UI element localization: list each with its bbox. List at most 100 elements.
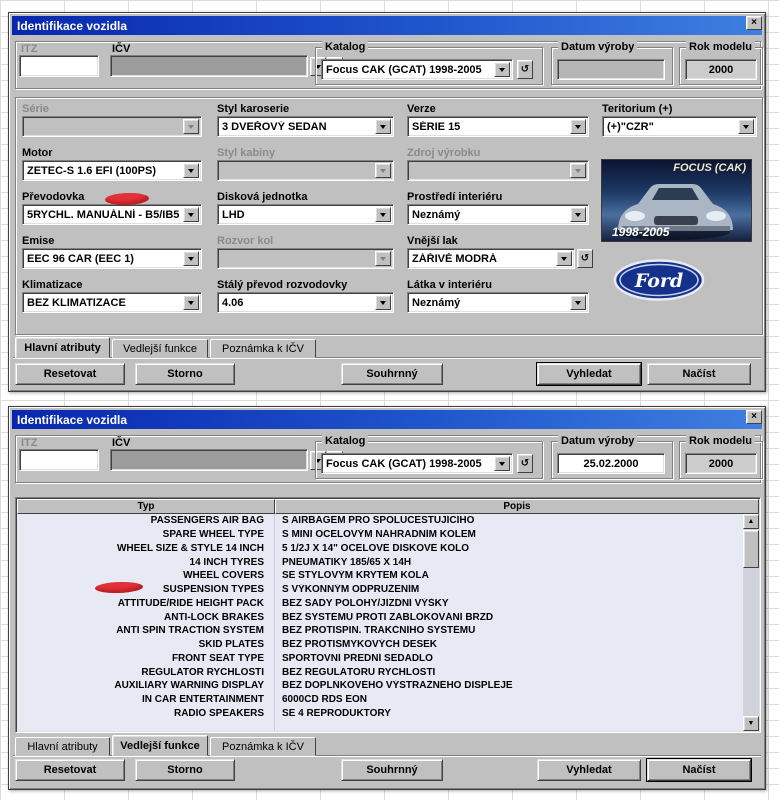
nacist-button[interactable]: Načíst — [647, 363, 751, 385]
table-row[interactable]: 14 INCH TYRES PNEUMATIKY 185/65 X 14H — [17, 555, 743, 569]
dropdown-arrow-button[interactable] — [183, 295, 199, 310]
dropdown-arrow-button[interactable] — [570, 119, 586, 134]
table-row[interactable]: AUXILIARY WARNING DISPLAY BEZ DOPLŇKOVÉH… — [17, 679, 743, 693]
title-bar[interactable]: Identifikace vozidla — [12, 16, 762, 35]
table-row[interactable]: ATTITUDE/RIDE HEIGHT PACK BEZ SADY POLOH… — [17, 597, 743, 611]
datum-vyroby-label: Datum výroby — [558, 41, 637, 53]
table-row[interactable]: WHEEL SIZE & STYLE 14 INCH 5 1/2J X 14" … — [17, 542, 743, 556]
verze-combobox[interactable]: SÉRIE 15 — [407, 116, 589, 137]
dropdown-arrow-button[interactable] — [375, 295, 391, 310]
dropdown-arrow-button[interactable] — [556, 251, 572, 266]
tab-hlavni-atributy[interactable]: Hlavní atributy — [15, 337, 110, 358]
table-cell-popis: 5 1/2J X 14" OCELOVÉ DISKOVÉ KOLO — [274, 543, 743, 554]
souhrnny-button[interactable]: Souhrnný — [341, 759, 443, 781]
table-row[interactable]: SPARE WHEEL TYPE S MINI OCELOVÝM NÁHRADN… — [17, 528, 743, 542]
motor-label: Motor — [22, 147, 53, 159]
vyhledat-button[interactable]: Vyhledat — [537, 363, 641, 385]
prostredi-interieru-combobox[interactable]: Neznámý — [407, 204, 589, 225]
vyhledat-button[interactable]: Vyhledat — [537, 759, 641, 781]
table-scrollbar[interactable]: ▲ ▼ — [743, 514, 759, 731]
styl-karoserie-combobox[interactable]: 3 DVEŘOVÝ SEDAN — [217, 116, 394, 137]
tab-poznamka-k-icv[interactable]: Poznámka k IČV — [210, 737, 316, 756]
katalog-combobox[interactable]: Focus CAK (GCAT) 1998-2005 — [321, 59, 513, 80]
table-row[interactable]: RADIO SPEAKERS SE 4 REPRODUKTORY — [17, 707, 743, 721]
table-cell-popis: SPORTOVNÍ PŘEDNÍ SEDADLO — [274, 653, 743, 664]
icv-field[interactable] — [110, 449, 308, 471]
table-row[interactable]: FRONT SEAT TYPE SPORTOVNÍ PŘEDNÍ SEDADLO — [17, 652, 743, 666]
zdroj-vyrobku-label: Zdroj výrobku — [407, 147, 480, 159]
column-header-typ[interactable]: Typ — [17, 499, 275, 514]
dropdown-arrow-button[interactable] — [738, 119, 754, 134]
latka-v-interieru-combobox[interactable]: Neznámý — [407, 292, 589, 313]
icv-label: IČV — [112, 43, 130, 55]
teritorium-combobox[interactable]: (+)"CZR" — [602, 116, 757, 137]
scroll-up-button[interactable]: ▲ — [743, 514, 759, 529]
table-row[interactable]: REGULATOR RYCHLOSTI BEZ REGULÁTORU RYCHL… — [17, 665, 743, 679]
storno-button[interactable]: Storno — [135, 363, 235, 385]
itz-input[interactable] — [19, 449, 99, 471]
table-cell-typ: FRONT SEAT TYPE — [17, 653, 274, 664]
tab-hlavni-atributy[interactable]: Hlavní atributy — [15, 737, 110, 756]
dropdown-arrow-button[interactable] — [183, 207, 199, 222]
table-row[interactable]: ANTI SPIN TRACTION SYSTEM BEZ PROTISPIN.… — [17, 624, 743, 638]
nacist-button[interactable]: Načíst — [647, 759, 751, 781]
close-button[interactable]: × — [746, 16, 762, 30]
table-row[interactable]: WHEEL COVERS SE STYLOVÝM KRYTEM KOLA — [17, 569, 743, 583]
staly-prevod-combobox[interactable]: 4.06 — [217, 292, 394, 313]
resetovat-button[interactable]: Resetovat — [15, 363, 125, 385]
table-row[interactable]: SKID PLATES BEZ PROTISMYKOVÝCH DESEK — [17, 638, 743, 652]
vnejsi-lak-combobox[interactable]: ZÁŘIVĚ MODRÁ — [407, 248, 575, 269]
curved-arrow-icon: ↺ — [521, 459, 529, 469]
dropdown-arrow-button[interactable] — [494, 62, 510, 77]
scrollbar-thumb[interactable] — [743, 530, 759, 568]
souhrnny-button[interactable]: Souhrnný — [341, 363, 443, 385]
diskova-jednotka-combobox[interactable]: LHD — [217, 204, 394, 225]
arrow-down-icon — [575, 169, 581, 173]
storno-button[interactable]: Storno — [135, 759, 235, 781]
table-row[interactable]: IN CAR ENTERTAINMENT 6000CD RDS EON — [17, 693, 743, 707]
katalog-label: Katalog — [322, 435, 368, 447]
title-bar[interactable]: Identifikace vozidla — [12, 410, 762, 429]
dropdown-arrow-button[interactable] — [183, 251, 199, 266]
table-cell-popis: BEZ PROTISPIN. TRAKČNÍHO SYSTÉMU — [274, 625, 743, 636]
table-cell-typ: SUSPENSION TYPES — [17, 584, 274, 595]
vnejsi-lak-label: Vnější lak — [407, 235, 458, 247]
arrow-down-icon — [188, 213, 194, 217]
itz-input[interactable] — [19, 55, 99, 77]
table-cell-typ: ATTITUDE/RIDE HEIGHT PACK — [17, 598, 274, 609]
klimatizace-combobox[interactable]: BEZ KLIMATIZACE — [22, 292, 202, 313]
katalog-combobox[interactable]: Focus CAK (GCAT) 1998-2005 — [321, 453, 513, 474]
resetovat-button[interactable]: Resetovat — [15, 759, 125, 781]
tab-vedlejsi-funkce[interactable]: Vedlejší funkce — [112, 735, 208, 756]
dropdown-arrow-button[interactable] — [570, 207, 586, 222]
arrow-down-icon — [380, 213, 386, 217]
table-cell-typ: REGULATOR RYCHLOSTI — [17, 667, 274, 678]
tab-vedlejsi-funkce[interactable]: Vedlejší funkce — [112, 339, 208, 358]
dropdown-arrow-button[interactable] — [375, 207, 391, 222]
arrow-down-icon — [575, 125, 581, 129]
dropdown-arrow-button[interactable] — [183, 163, 199, 178]
vehicle-identification-dialog-bottom: Identifikace vozidla × ITZ IČV ↺ Katalog… — [8, 406, 766, 790]
table-row[interactable]: ANTI-LOCK BRAKES BEZ SYSTÉMU PROTI ZABLO… — [17, 610, 743, 624]
emise-combobox[interactable]: EEC 96 CAR (EEC 1) — [22, 248, 202, 269]
table-row[interactable]: PASSENGERS AIR BAG S AIRBAGEM PRO SPOLUC… — [17, 514, 743, 528]
katalog-undo-button[interactable]: ↺ — [517, 60, 533, 79]
dropdown-arrow-button[interactable] — [494, 456, 510, 471]
motor-combobox[interactable]: ZETEC-S 1.6 EFI (100PS) — [22, 160, 202, 181]
table-cell-typ: SKID PLATES — [17, 639, 274, 650]
dropdown-arrow-button[interactable] — [375, 119, 391, 134]
tab-poznamka-k-icv[interactable]: Poznámka k IČV — [210, 339, 316, 358]
arrow-down-icon — [188, 125, 194, 129]
vnejsi-lak-undo-button[interactable]: ↺ — [577, 249, 593, 268]
katalog-undo-button[interactable]: ↺ — [517, 454, 533, 473]
scroll-down-button[interactable]: ▼ — [743, 716, 759, 731]
itz-label: ITZ — [21, 43, 38, 55]
close-button[interactable]: × — [746, 410, 762, 424]
table-cell-popis: SE 4 REPRODUKTORY — [274, 708, 743, 719]
dropdown-arrow-button[interactable] — [570, 295, 586, 310]
datum-vyroby-label: Datum výroby — [558, 435, 637, 447]
column-header-popis[interactable]: Popis — [275, 499, 759, 514]
arrow-down-icon — [188, 169, 194, 173]
prevodovka-combobox[interactable]: 5RYCHL. MANUÁLNÍ - B5/IB5 — [22, 204, 202, 225]
icv-field[interactable] — [110, 55, 308, 77]
